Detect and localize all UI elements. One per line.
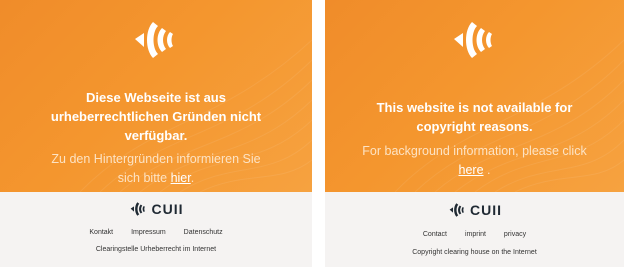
background-info-text: For background information, please click… xyxy=(325,142,624,180)
headline: Diese Webseite ist aus urheberrechtliche… xyxy=(0,88,312,145)
headline-line: This website is not available for xyxy=(376,100,573,115)
here-link[interactable]: here xyxy=(459,163,484,177)
sub-line: Zu den Hintergründen informieren Sie xyxy=(51,152,261,166)
background-info-text: Zu den Hintergründen informieren Sie sic… xyxy=(0,150,312,188)
sub-line: here . xyxy=(325,161,624,180)
contact-link[interactable]: Contact xyxy=(423,231,447,238)
privacy-link[interactable]: Datenschutz xyxy=(184,229,223,236)
sub-prefix: sich bitte xyxy=(117,171,171,185)
panel-divider xyxy=(312,0,325,267)
privacy-link[interactable]: privacy xyxy=(504,231,526,238)
cuii-logo-icon xyxy=(135,22,173,58)
blocked-page-english: This website is not available for copyri… xyxy=(325,0,624,267)
headline: This website is not available for copyri… xyxy=(325,98,624,136)
footer-links: Contact imprint privacy xyxy=(325,231,624,238)
brand-name: CUII xyxy=(151,201,184,217)
imprint-link[interactable]: imprint xyxy=(465,231,486,238)
headline-line: urheberrechtlichen Gründen nicht xyxy=(50,109,262,124)
footer-tagline: Clearingstelle Urheberrecht im Internet xyxy=(95,246,217,253)
sub-line: sich bitte hier. xyxy=(0,169,312,188)
contact-link[interactable]: Kontakt xyxy=(89,229,113,236)
sub-suffix: . xyxy=(190,171,195,185)
headline-line: verfügbar. xyxy=(124,128,188,143)
cuii-logo-icon xyxy=(449,203,464,217)
imprint-link[interactable]: Impressum xyxy=(131,229,166,236)
sub-suffix: . xyxy=(483,163,491,177)
cuii-logo-icon xyxy=(453,22,492,58)
here-link[interactable]: hier xyxy=(171,171,191,185)
sub-line: For background information, please click xyxy=(362,144,587,158)
brand-name: CUII xyxy=(470,202,502,218)
footer-logo[interactable]: CUII xyxy=(447,201,502,219)
headline-line: Diese Webseite ist aus xyxy=(86,90,226,105)
headline-line: copyright reasons. xyxy=(416,119,533,134)
footer-logo[interactable]: CUII xyxy=(129,200,184,218)
footer-links: Kontakt Impressum Datenschutz xyxy=(0,229,312,236)
blocked-page-german: Diese Webseite ist aus urheberrechtliche… xyxy=(0,0,312,267)
footer-tagline: Copyright clearing house on the Internet xyxy=(412,249,537,256)
orange-banner: Diese Webseite ist aus urheberrechtliche… xyxy=(0,0,312,192)
orange-banner: This website is not available for copyri… xyxy=(325,0,624,192)
cuii-logo-icon xyxy=(130,202,145,216)
